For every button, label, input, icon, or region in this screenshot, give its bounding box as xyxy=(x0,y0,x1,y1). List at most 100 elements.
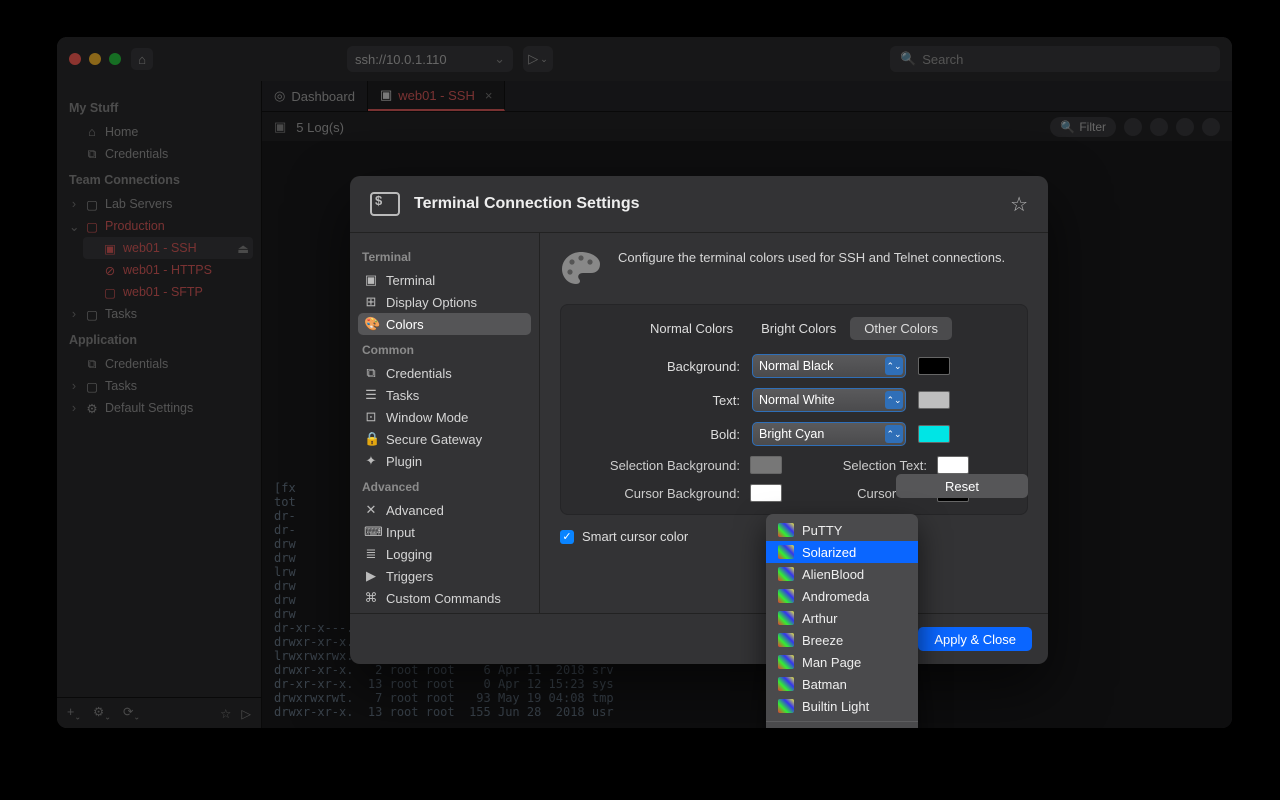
settings-nav-item[interactable]: ▶Triggers xyxy=(358,565,531,587)
settings-nav-item[interactable]: ✕Advanced xyxy=(358,499,531,521)
globe-icon: ⊘ xyxy=(103,263,117,278)
color-swatch[interactable] xyxy=(918,357,950,375)
badge-d[interactable] xyxy=(1202,118,1220,136)
preset-menu: PuTTYSolarizedAlienBloodAndromedaArthurB… xyxy=(766,514,918,728)
panel-icon[interactable]: ▣ xyxy=(274,119,286,135)
settings-nav-label: Window Mode xyxy=(386,410,468,425)
address-bar[interactable]: ssh://10.0.1.110 ⌄ xyxy=(347,46,513,72)
gear-icon: ⚙ xyxy=(85,401,99,416)
settings-dialog: Terminal Connection Settings ☆ Terminal▣… xyxy=(350,176,1048,664)
sidebar-item[interactable]: ⊘ web01 - HTTPS xyxy=(83,259,253,281)
preset-menu-item[interactable]: Man Page xyxy=(766,651,918,673)
settings-nav-item[interactable]: ⌨Input xyxy=(358,521,531,543)
favorite-star[interactable]: ☆ xyxy=(1010,192,1028,217)
sel-text-swatch[interactable] xyxy=(937,456,969,474)
settings-nav-item[interactable]: ⌘Custom Commands xyxy=(358,587,531,609)
sidebar-item[interactable]: ⧉Credentials xyxy=(65,353,253,375)
sidebar-item[interactable]: ⧉Credentials xyxy=(65,143,253,165)
sidebar-item[interactable]: ▣web01 - SSH⏏ xyxy=(83,237,253,259)
apply-close-button[interactable]: Apply & Close xyxy=(918,627,1032,651)
preset-menu-item[interactable]: Breeze xyxy=(766,629,918,651)
zoom-window[interactable] xyxy=(109,53,121,65)
window-icon: ⊡ xyxy=(364,409,378,425)
cur-bg-swatch[interactable] xyxy=(750,484,782,502)
color-swatch[interactable] xyxy=(918,425,950,443)
settings-nav-group: Terminal xyxy=(362,250,527,264)
settings-nav-label: Advanced xyxy=(386,503,444,518)
caret-icon: ⌃⌄ xyxy=(885,391,903,409)
color-select[interactable]: Bright Cyan⌃⌄ xyxy=(752,422,906,446)
color-swatch[interactable] xyxy=(918,391,950,409)
preset-menu-item[interactable]: Solarized xyxy=(766,541,918,563)
sidebar-item[interactable]: ▢web01 - SFTP xyxy=(83,281,253,303)
badge-a[interactable] xyxy=(1124,118,1142,136)
sidebar-group-header: Application xyxy=(69,333,249,347)
filter-field[interactable]: 🔍Filter xyxy=(1050,117,1116,137)
preset-swatch-icon xyxy=(778,545,794,559)
sidebar-item[interactable]: ⌄▢Production xyxy=(65,215,253,237)
preset-swatch-icon xyxy=(778,699,794,713)
lock-icon: 🔒 xyxy=(364,431,378,447)
color-tab[interactable]: Bright Colors xyxy=(747,317,850,340)
chevron-icon: › xyxy=(69,401,79,415)
badge-b[interactable] xyxy=(1150,118,1168,136)
color-select[interactable]: Normal White⌃⌄ xyxy=(752,388,906,412)
preset-menu-item[interactable]: Batman xyxy=(766,673,918,695)
star-icon[interactable]: ☆ xyxy=(220,706,231,721)
settings-nav-item[interactable]: ⊡ Window Mode xyxy=(358,406,531,428)
key-icon: ⧉ xyxy=(85,357,99,372)
preset-menu-item[interactable]: Andromeda xyxy=(766,585,918,607)
run-button[interactable]: ▷ ⌄ xyxy=(523,46,553,72)
refresh-icon[interactable]: ⟳⌄ xyxy=(123,704,140,722)
sidebar-item[interactable]: ›▢Lab Servers xyxy=(65,193,253,215)
sidebar-item-label: Home xyxy=(105,125,138,139)
eject-icon[interactable]: ⏏ xyxy=(237,241,249,256)
sidebar-item[interactable]: ›▢Tasks xyxy=(65,303,253,325)
preset-menu-item[interactable]: AlienBlood xyxy=(766,563,918,585)
color-tab[interactable]: Other Colors xyxy=(850,317,952,340)
settings-nav-item[interactable]: 🎨Colors xyxy=(358,313,531,335)
close-window[interactable] xyxy=(69,53,81,65)
settings-nav-item[interactable]: ≣Logging xyxy=(358,543,531,565)
checkbox-icon: ✓ xyxy=(560,530,574,544)
sidebar-item-label: Credentials xyxy=(105,147,168,161)
sidebar-item-label: Default Settings xyxy=(105,401,193,415)
sidebar-item[interactable]: ›▢Tasks xyxy=(65,375,253,397)
preset-menu-item[interactable]: Arthur xyxy=(766,607,918,629)
settings-nav-label: Triggers xyxy=(386,569,433,584)
sidebar-item[interactable]: ⌂Home xyxy=(65,121,253,143)
tab[interactable]: ◎Dashboard xyxy=(262,81,368,111)
minimize-window[interactable] xyxy=(89,53,101,65)
sidebar-item[interactable]: › ⚙ Default Settings xyxy=(65,397,253,419)
sidebar-toggle[interactable]: ⌂ xyxy=(131,48,153,70)
preset-label: Solarized xyxy=(802,545,856,560)
color-value: Bright Cyan xyxy=(759,427,824,441)
gear-icon[interactable]: ⚙⌄ xyxy=(93,704,111,722)
add-icon[interactable]: +⌄ xyxy=(67,705,81,722)
close-tab-icon[interactable]: × xyxy=(485,88,493,103)
settings-nav-item[interactable]: ✦Plugin xyxy=(358,450,531,472)
settings-nav-item[interactable]: ⊞Display Options xyxy=(358,291,531,313)
sidebar-item-label: Tasks xyxy=(105,307,137,321)
preset-menu-item[interactable]: Import… xyxy=(766,726,918,728)
folder-icon: ▢ xyxy=(85,307,99,322)
badge-c[interactable] xyxy=(1176,118,1194,136)
settings-nav-label: Credentials xyxy=(386,366,452,381)
sel-bg-swatch[interactable] xyxy=(750,456,782,474)
palette-icon: 🎨 xyxy=(364,316,378,332)
color-select[interactable]: Normal Black⌃⌄ xyxy=(752,354,906,378)
settings-nav-item[interactable]: ☰Tasks xyxy=(358,384,531,406)
preset-menu-item[interactable]: Builtin Light xyxy=(766,695,918,717)
settings-nav-item[interactable]: ▣Terminal xyxy=(358,269,531,291)
settings-nav-item[interactable]: ⧉Credentials xyxy=(358,362,531,384)
search-field[interactable]: 🔍 Search xyxy=(890,46,1220,72)
preset-menu-item[interactable]: PuTTY xyxy=(766,519,918,541)
chevron-icon: ⌄ xyxy=(69,219,79,234)
play-icon[interactable]: ▷ xyxy=(241,706,251,721)
settings-nav-item[interactable]: 🔒 Secure Gateway xyxy=(358,428,531,450)
tab[interactable]: ▣web01 - SSH× xyxy=(368,81,505,111)
reset-button[interactable]: Reset xyxy=(896,474,1028,498)
color-tab[interactable]: Normal Colors xyxy=(636,317,747,340)
sidebar-item-label: web01 - HTTPS xyxy=(123,263,212,277)
settings-nav-label: Secure Gateway xyxy=(386,432,482,447)
